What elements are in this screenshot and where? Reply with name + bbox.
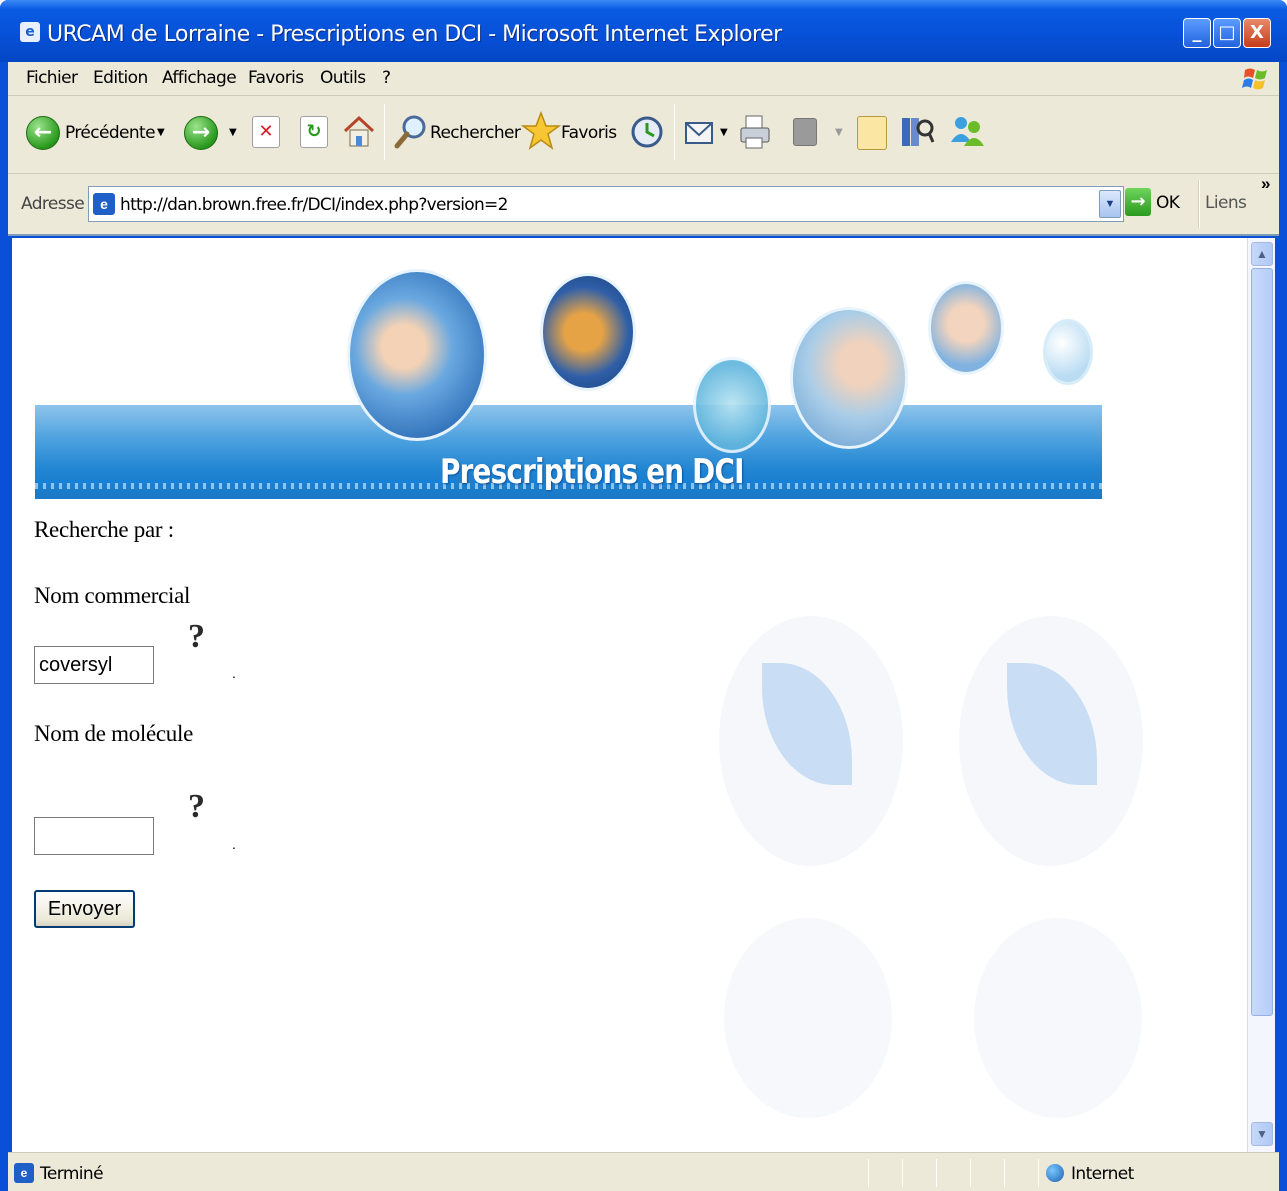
stop-icon[interactable]: ✕ [252,116,280,148]
forward-dropdown-icon[interactable]: ▼ [229,127,237,138]
dot-decoration: . [232,836,236,852]
background-decoration [724,918,892,1118]
back-button-label[interactable]: Précédente [65,123,156,143]
commercial-name-input[interactable] [34,646,154,684]
menu-item-fichier[interactable]: Fichier [26,68,78,88]
help-question-icon[interactable]: ? [188,790,205,824]
window-title: URCAM de Lorraine - Prescriptions en DCI… [47,22,782,47]
status-separator [936,1159,937,1187]
toolbar: ← Précédente ▼ → ▼ ✕ ↻ Rechercher Favori… [8,96,1279,174]
page-content: Prescriptions en DCI Recherche par : Nom… [12,238,1247,1152]
page-done-icon: e [14,1163,34,1183]
research-icon[interactable] [899,112,935,152]
history-icon[interactable] [629,114,665,150]
mail-dropdown-icon[interactable]: ▼ [720,127,728,138]
minimize-button[interactable]: _ [1183,18,1211,48]
browser-window: e URCAM de Lorraine - Prescriptions en D… [0,0,1287,1191]
child-photo [347,269,487,441]
favorites-star-icon[interactable] [521,110,561,152]
windows-logo-icon [1242,68,1267,90]
menu-item-favoris[interactable]: Favoris [248,68,304,88]
notes-icon[interactable] [857,116,887,150]
background-decoration [974,918,1142,1118]
banner-title: Prescriptions en DCI [440,452,745,492]
favorites-button-label[interactable]: Favoris [561,123,617,143]
menu-item-outils[interactable]: Outils [320,68,366,88]
edit-dropdown-icon[interactable]: ▼ [835,127,843,138]
toolbar-separator [384,104,385,160]
search-by-label: Recherche par : [34,517,174,542]
bubble-decoration [1043,319,1093,385]
address-field[interactable]: e http://dan.brown.free.fr/DCI/index.php… [88,186,1124,222]
commercial-name-label: Nom commercial [34,583,191,608]
submit-button[interactable]: Envoyer [34,890,135,928]
status-separator [970,1159,971,1187]
scrollbar-thumb[interactable] [1251,268,1273,1016]
toolbar-separator [674,104,675,160]
menu-item-help[interactable]: ? [382,68,391,88]
molecule-name-input[interactable] [34,817,154,855]
internet-globe-icon [1046,1164,1064,1182]
status-text: Terminé [40,1164,104,1184]
globe-photo [540,273,636,391]
links-separator [1198,180,1200,228]
security-zone-label: Internet [1071,1164,1134,1184]
vertical-scrollbar[interactable]: ▲ ▼ [1247,238,1275,1152]
address-label: Adresse [21,194,85,214]
go-button-label[interactable]: OK [1156,193,1180,213]
header-banner: Prescriptions en DCI [35,267,1102,499]
status-bar: e Terminé Internet [8,1152,1279,1191]
woman-photo [790,307,908,449]
address-dropdown-icon[interactable]: ▼ [1099,190,1121,218]
edit-icon[interactable] [793,118,817,146]
refresh-icon[interactable]: ↻ [300,116,328,148]
search-icon[interactable] [392,112,430,152]
menu-item-edition[interactable]: Edition [93,68,148,88]
forward-arrow-icon[interactable]: → [184,116,218,150]
maximize-button[interactable]: □ [1213,18,1241,48]
ie-logo-icon: e [20,22,40,42]
address-bar: Adresse e http://dan.brown.free.fr/DCI/i… [8,174,1279,236]
back-dropdown-icon[interactable]: ▼ [157,127,165,138]
bubble-photo [693,357,771,453]
home-icon[interactable] [342,114,376,150]
links-label[interactable]: Liens [1205,193,1247,213]
mail-icon[interactable] [682,114,718,150]
messenger-icon[interactable] [947,112,987,152]
links-chevron-icon[interactable]: » [1261,174,1270,194]
go-arrow-icon[interactable]: → [1125,188,1151,216]
title-bar[interactable]: e URCAM de Lorraine - Prescriptions en D… [0,0,1287,62]
molecule-name-label: Nom de molécule [34,721,194,746]
dot-decoration: . [232,665,236,681]
status-separator [1038,1159,1039,1187]
close-button[interactable]: X [1243,18,1271,48]
print-icon[interactable] [737,112,773,152]
scroll-down-icon[interactable]: ▼ [1251,1122,1273,1146]
search-button-label[interactable]: Rechercher [430,123,521,143]
status-separator [1004,1159,1005,1187]
menu-bar: Fichier Edition Affichage Favoris Outils… [8,62,1279,96]
status-separator [902,1159,903,1187]
seniors-photo [928,281,1004,375]
address-url[interactable]: http://dan.brown.free.fr/DCI/index.php?v… [120,195,508,215]
page-icon: e [93,193,115,215]
scroll-up-icon[interactable]: ▲ [1251,242,1273,266]
menu-item-affichage[interactable]: Affichage [162,68,237,88]
status-separator [868,1159,869,1187]
help-question-icon[interactable]: ? [188,620,205,654]
back-arrow-icon[interactable]: ← [26,116,60,150]
